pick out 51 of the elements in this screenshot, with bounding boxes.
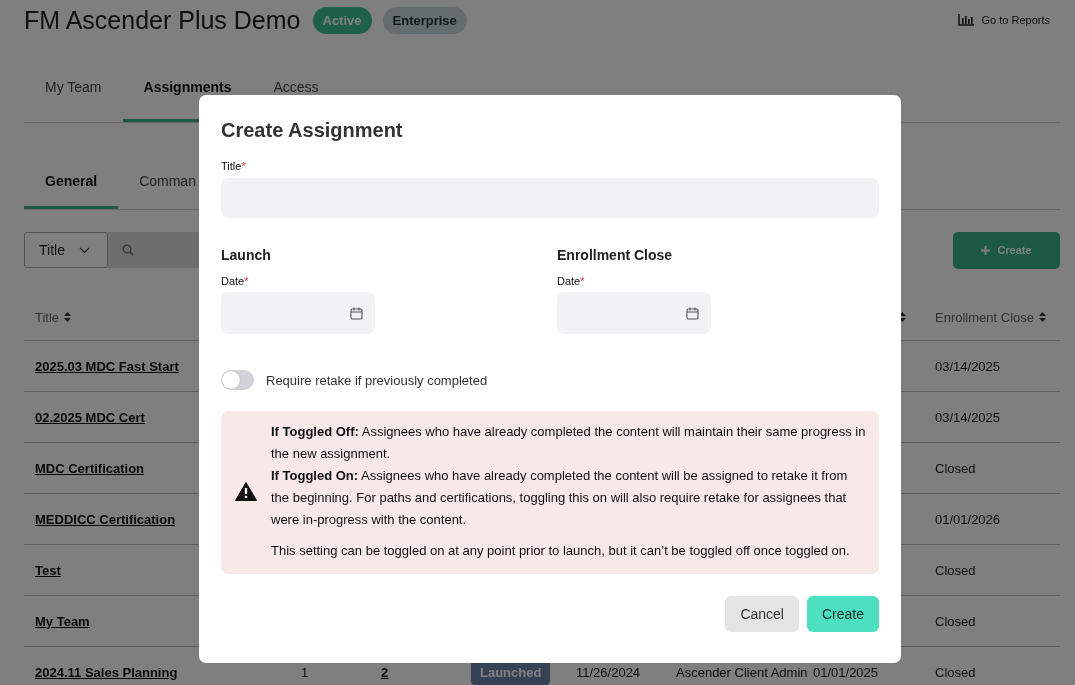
calendar-icon[interactable] [686,306,699,320]
table-cell: 03/14/2025 [935,409,1001,425]
table-cell: Closed [935,664,976,680]
search-icon [122,244,134,256]
column-header[interactable]: Title [35,309,60,325]
table-cell: Closed [935,460,976,476]
assignment-link[interactable]: My Team [35,613,90,629]
cancel-button[interactable]: Cancel [725,596,799,632]
count-link[interactable]: 2 [381,664,389,680]
assignment-link[interactable]: 2025.03 MDC Fast Start [35,358,179,374]
bar-chart-icon [957,14,974,26]
dialog-title: Create Assignment [221,119,404,142]
assignment-link[interactable]: MEDDICC Certification [35,511,176,527]
assignment-link[interactable]: Test [35,562,61,578]
plan-badge: Enterprise [382,6,467,34]
warning-icon [235,482,257,501]
subtab[interactable]: General [24,156,119,209]
field-select[interactable]: Title [24,232,108,268]
table-cell: 03/14/2025 [935,358,1001,374]
toggle-label: Require retake if previously completed [266,372,488,388]
field-label: Date* [221,275,250,287]
table-cell: 11/26/2024 [576,664,641,680]
column-header[interactable]: Enrollment Close [935,309,1034,325]
chevron-down-icon [78,246,90,254]
calendar-icon[interactable] [350,306,363,320]
assignment-link[interactable]: 2024.11 Sales Planning [35,664,178,680]
warning-text: If Toggled Off: Assignees who have already completed the content will maintain their same progress in the new assignment. [271,423,867,463]
status-badge: Active [312,6,372,34]
section-heading: Launch [221,247,272,263]
assignment-link[interactable]: MDC Certification [35,460,145,476]
toggle-switch[interactable] [221,370,254,390]
table-cell: Closed [935,613,976,629]
warning-text: If Toggled On: Assignees who have already completed the content will be assigned to retake it from the beginning. For paths and certifications, toggling this on will also require retake for assignees that were in-progress with the content. [271,467,849,529]
reports-link[interactable]: Go to Reports [957,14,1050,26]
table-cell: 01/01/2025 [813,664,879,680]
sort-icon[interactable] [899,312,906,322]
field-label: Title* [221,160,247,172]
table-cell: Ascender Client Admin [676,664,808,680]
assignment-link[interactable]: 02.2025 MDC Cert [35,409,145,425]
date-field[interactable] [221,292,375,334]
field-label: Date* [557,275,586,287]
warning-text: This setting can be toggled on at any point prior to launch, but it can’t be toggled off once toggled on. [271,542,851,560]
page-title: FM Ascender Plus Demo [24,5,301,35]
date-field[interactable] [557,292,711,334]
tab[interactable]: My Team [24,70,123,122]
section-heading: Enrollment Close [557,247,674,263]
plus-icon [981,245,991,255]
table-cell: Closed [935,562,976,578]
create-button[interactable]: Create [806,596,879,632]
table-cell: 01/01/2026 [935,511,1001,527]
table-cell: 1 [301,664,309,680]
